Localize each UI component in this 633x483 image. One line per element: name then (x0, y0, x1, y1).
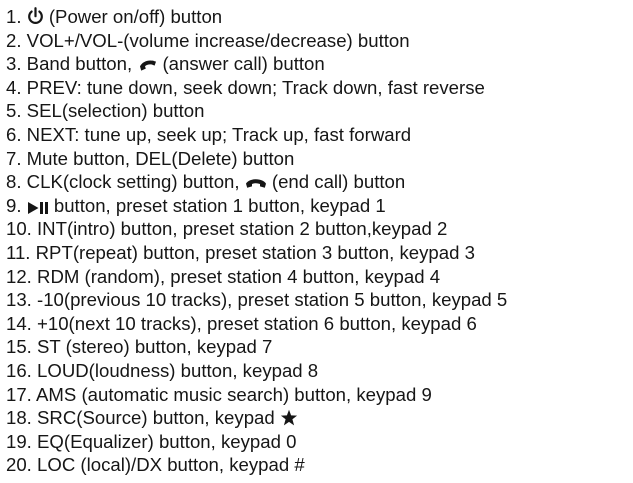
list-item: 8. CLK(clock setting) button, (end call)… (6, 170, 633, 194)
list-item-text: 1. (6, 6, 27, 27)
list-item-text: (answer call) button (157, 53, 325, 75)
list-item: 4. PREV: tune down, seek down; Track dow… (6, 76, 633, 100)
button-function-list: 1. (Power on/off) button 2. VOL+/VOL-(vol… (6, 5, 633, 477)
list-item: 13. -10(previous 10 tracks), preset stat… (6, 288, 633, 312)
list-item: 16. LOUD(loudness) button, keypad 8 (6, 359, 633, 383)
list-item-text: 11. RPT(repeat) button, preset station 3… (6, 241, 475, 263)
power-icon (27, 7, 44, 26)
list-item: 11. RPT(repeat) button, preset station 3… (6, 241, 633, 265)
list-item-text: 2. VOL+/VOL-(volume increase/decrease) b… (6, 29, 410, 51)
list-item-text: 7. Mute button, DEL(Delete) button (6, 147, 295, 169)
list-item-text: 16. LOUD(loudness) button, keypad 8 (6, 359, 319, 381)
list-item-text: (Power on/off) button (43, 6, 223, 27)
list-item-text: 17. AMS (automatic music search) button,… (6, 383, 432, 405)
list-item-text: 10. INT(intro) button, preset station 2 … (6, 218, 448, 240)
list-item: 17. AMS (automatic music search) button,… (6, 383, 633, 407)
list-item: 18. SRC(Source) button, keypad (6, 406, 633, 430)
list-item-text: 4. PREV: tune down, seek down; Track dow… (6, 76, 485, 98)
play-pause-icon (27, 201, 49, 215)
list-item-text: 8. CLK(clock setting) button, (6, 171, 245, 193)
list-item-text: 20. LOC (local)/DX button, keypad # (6, 454, 305, 476)
list-item: 6. NEXT: tune up, seek up; Track up, fas… (6, 123, 633, 147)
list-item-text: 14. +10(next 10 tracks), preset station … (6, 312, 477, 334)
list-item-text: 12. RDM (random), preset station 4 butto… (6, 265, 441, 287)
list-item: 2. VOL+/VOL-(volume increase/decrease) b… (6, 29, 633, 53)
star-icon (280, 409, 298, 427)
list-item-text: 9. (6, 194, 27, 216)
list-item: 20. LOC (local)/DX button, keypad # (6, 453, 633, 477)
list-item: 10. INT(intro) button, preset station 2 … (6, 217, 633, 241)
list-item-text: 15. ST (stereo) button, keypad 7 (6, 336, 273, 358)
phone-hangup-icon (245, 178, 267, 191)
list-item: 14. +10(next 10 tracks), preset station … (6, 312, 633, 336)
list-item-text: 18. SRC(Source) button, keypad (6, 407, 280, 429)
list-item: 7. Mute button, DEL(Delete) button (6, 147, 633, 171)
list-item-text: 3. Band button, (6, 53, 138, 75)
list-item-text: 13. -10(previous 10 tracks), preset stat… (6, 289, 508, 311)
list-item: 1. (Power on/off) button (6, 5, 633, 29)
list-item: 19. EQ(Equalizer) button, keypad 0 (6, 430, 633, 454)
list-item: 3. Band button, (answer call) button (6, 52, 633, 76)
list-item-text: 6. NEXT: tune up, seek up; Track up, fas… (6, 123, 412, 145)
phone-answer-icon (137, 59, 157, 73)
list-item-text: (end call) button (266, 171, 406, 193)
list-item-text: button, preset station 1 button, keypad … (48, 194, 386, 216)
list-item-text: 19. EQ(Equalizer) button, keypad 0 (6, 430, 297, 452)
list-item: 12. RDM (random), preset station 4 butto… (6, 265, 633, 289)
list-item: 15. ST (stereo) button, keypad 7 (6, 335, 633, 359)
list-item: 5. SEL(selection) button (6, 99, 633, 123)
list-item: 9. button, preset station 1 button, keyp… (6, 194, 633, 218)
list-item-text: 5. SEL(selection) button (6, 100, 205, 122)
